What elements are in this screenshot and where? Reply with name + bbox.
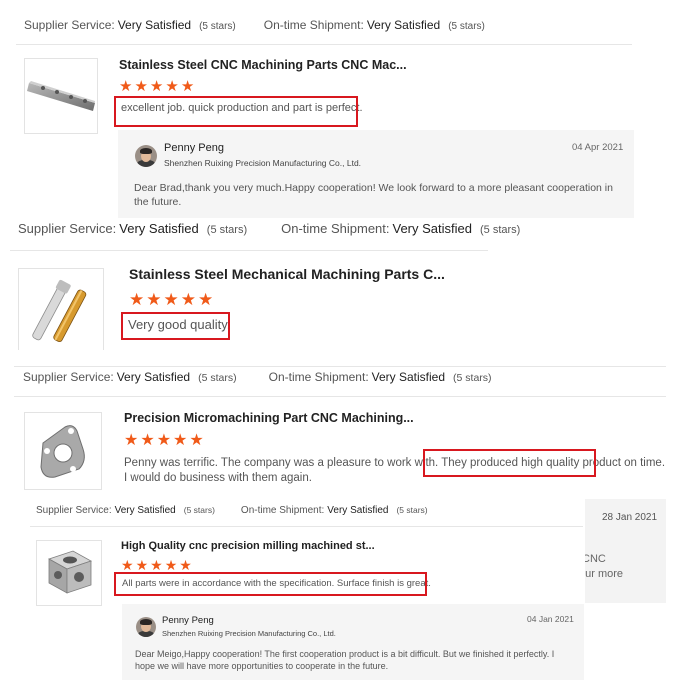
reply-company: Shenzhen Ruixing Precision Manufacturing… (162, 629, 336, 638)
review-text-part: on time. (620, 457, 666, 469)
product-title[interactable]: Stainless Steel Mechanical Machining Par… (129, 266, 445, 282)
star-icon: ★ (173, 432, 188, 449)
shipment-value: Very Satisfied (366, 18, 441, 32)
covered-reply-panel: 28 Jan 2021 CNC our more (579, 499, 666, 603)
star-icon: ★ (129, 290, 145, 309)
shaft-parts-image (32, 279, 87, 343)
star-icon: ★ (165, 78, 179, 95)
star-icon: ★ (164, 557, 178, 573)
star-icon: ★ (119, 78, 133, 95)
divider (10, 250, 488, 251)
rating-stars: ★ ★ ★ ★ ★ (119, 79, 194, 94)
divider (16, 44, 632, 45)
milled-block-image (48, 550, 92, 594)
star-icon: ★ (189, 432, 204, 449)
supplier-service-value: Very Satisfied (117, 18, 192, 32)
covered-reply-fragment: our more (579, 568, 624, 580)
shipment-stars: (5 stars) (480, 224, 521, 236)
star-icon: ★ (146, 290, 162, 309)
reply-text: Dear Meigo,Happy cooperation! The first … (135, 649, 555, 671)
rating-summary: Supplier Service: Very Satisfied (5 star… (36, 505, 428, 516)
reply-date: 04 Jan 2021 (527, 614, 574, 624)
supplier-service-stars: (5 stars) (198, 372, 237, 384)
shipment-stars: (5 stars) (396, 505, 428, 515)
product-thumbnail[interactable] (18, 268, 104, 350)
review-text-part: Penny was terrific. The company was a pl… (124, 457, 442, 469)
rating-summary: Supplier Service: Very Satisfied (5 star… (24, 18, 485, 32)
reply-author: Penny Peng (162, 615, 214, 626)
highlight-box (121, 312, 230, 340)
star-icon: ★ (180, 78, 195, 95)
shipment-value: Very Satisfied (327, 505, 389, 516)
steel-plate-image (27, 81, 95, 111)
covered-reply-date: 28 Jan 2021 (602, 512, 658, 523)
star-icon: ★ (198, 290, 214, 309)
product-thumbnail[interactable] (24, 412, 102, 490)
reply-author: Penny Peng (164, 142, 224, 154)
shipment-label: On-time Shipment: (263, 18, 364, 32)
product-title[interactable]: Precision Micromachining Part CNC Machin… (124, 411, 414, 425)
highlight-box (114, 572, 427, 596)
supplier-service-label: Supplier Service: (36, 505, 112, 516)
highlight-box (114, 96, 358, 127)
star-icon: ★ (134, 78, 148, 95)
star-icon: ★ (135, 557, 149, 573)
reply-date: 04 Apr 2021 (572, 142, 624, 153)
star-icon: ★ (140, 432, 155, 449)
rating-stars: ★ ★ ★ ★ ★ (129, 291, 213, 308)
rating-summary: Supplier Service: Very Satisfied (5 star… (18, 221, 520, 236)
divider (14, 366, 666, 367)
star-icon: ★ (124, 432, 139, 449)
supplier-service-label: Supplier Service: (24, 18, 115, 32)
supplier-service-stars: (5 stars) (183, 505, 215, 515)
reply-company: Shenzhen Ruixing Precision Manufacturing… (164, 158, 362, 168)
avatar (135, 145, 157, 167)
supplier-service-label: Supplier Service: (18, 221, 117, 236)
reply-text: Dear Brad,thank you very much.Happy coop… (134, 182, 613, 208)
avatar (136, 617, 156, 637)
rating-stars: ★ ★ ★ ★ ★ (124, 433, 204, 449)
product-thumbnail[interactable] (24, 58, 98, 134)
star-icon: ★ (121, 557, 134, 573)
shipment-label: On-time Shipment: (268, 370, 369, 384)
shipment-label: On-time Shipment: (240, 505, 325, 516)
product-title[interactable]: High Quality cnc precision milling machi… (121, 540, 375, 552)
star-icon: ★ (149, 78, 164, 95)
shipment-label: On-time Shipment: (281, 221, 390, 236)
divider (14, 396, 666, 397)
highlight-box (423, 449, 596, 477)
star-icon: ★ (163, 290, 179, 309)
product-title[interactable]: Stainless Steel CNC Machining Parts CNC … (119, 58, 407, 72)
divider (30, 526, 583, 527)
shipment-value: Very Satisfied (371, 370, 446, 384)
supplier-service-stars: (5 stars) (199, 21, 236, 32)
shipment-stars: (5 stars) (453, 372, 492, 384)
star-icon: ★ (150, 557, 163, 573)
supplier-service-value: Very Satisfied (114, 505, 176, 516)
rating-stars: ★ ★ ★ ★ ★ (121, 558, 192, 572)
supplier-service-value: Very Satisfied (116, 370, 191, 384)
star-icon: ★ (180, 290, 196, 309)
shipment-stars: (5 stars) (448, 21, 485, 32)
flange-part-image (40, 425, 85, 478)
supplier-service-value: Very Satisfied (119, 221, 199, 236)
product-thumbnail[interactable] (36, 540, 102, 606)
supplier-service-stars: (5 stars) (206, 224, 248, 236)
covered-reply-fragment: CNC (582, 553, 606, 565)
star-icon: ★ (179, 557, 192, 573)
shipment-value: Very Satisfied (392, 221, 473, 236)
seller-reply: Penny Peng Shenzhen Ruixing Precision Ma… (122, 604, 584, 680)
supplier-service-label: Supplier Service: (23, 370, 114, 384)
rating-summary: Supplier Service: Very Satisfied (5 star… (23, 370, 492, 384)
seller-reply: Penny Peng Shenzhen Ruixing Precision Ma… (118, 130, 634, 218)
star-icon: ★ (156, 432, 172, 449)
